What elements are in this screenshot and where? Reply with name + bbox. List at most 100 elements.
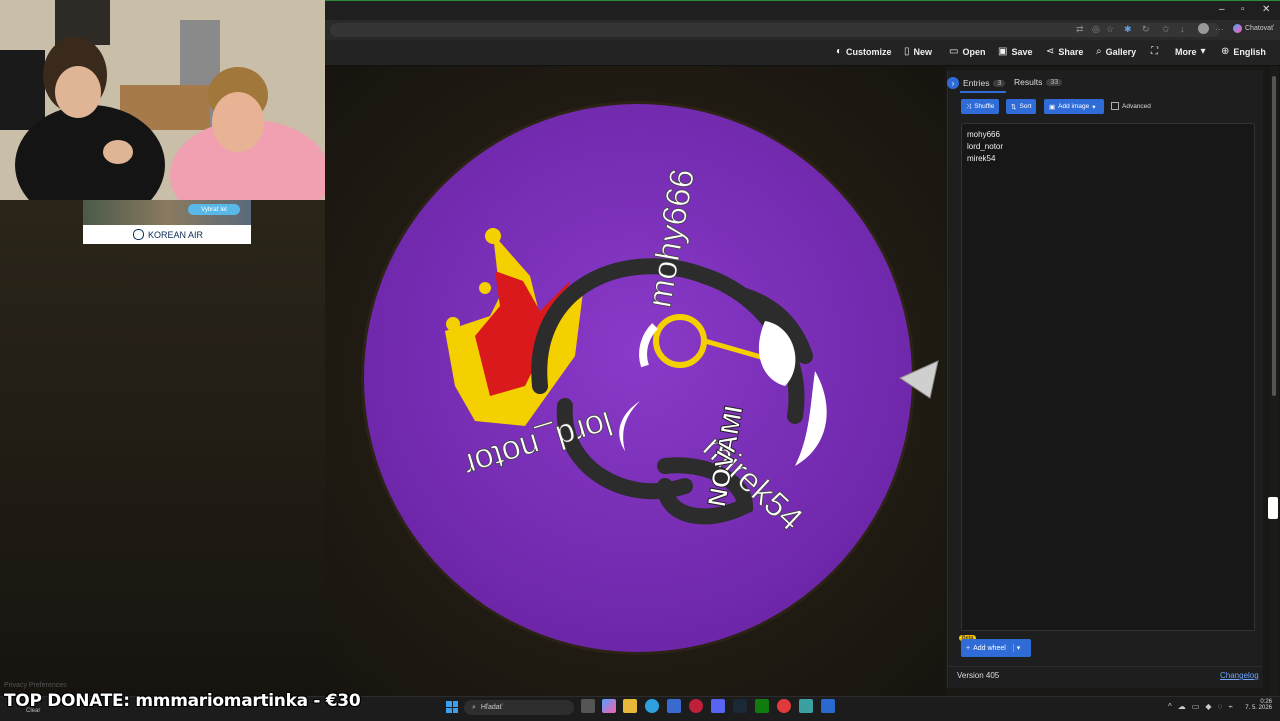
titlebar-strip — [325, 0, 1280, 21]
chevron-down-icon: ▾ — [1200, 46, 1206, 57]
add-image-label: Add image — [1058, 103, 1090, 110]
tab-results[interactable]: Results 33 — [1014, 77, 1063, 87]
entry-line: mohy666 — [967, 130, 1000, 139]
page-scrollbar[interactable] — [1270, 66, 1278, 696]
spin-wheel[interactable]: mohy666 lord_notor mirek54 NOVAMI — [325, 66, 945, 696]
url-field[interactable] — [330, 23, 1220, 37]
folder-icon: ▭ — [949, 46, 959, 57]
clock-date: 7. 5. 2026 — [1245, 705, 1272, 711]
entry-line: lord_notor — [967, 142, 1004, 151]
new-button[interactable]: ▯ New — [904, 46, 932, 57]
favorites-icon[interactable]: ✩ — [1162, 24, 1170, 35]
sort-button[interactable]: ⇅ Sort — [1006, 99, 1037, 114]
add-wheel-button[interactable]: + Add wheel ▾ — [961, 639, 1031, 657]
webcam-overlay — [0, 0, 325, 200]
changelog-link[interactable]: Changelog — [1220, 671, 1259, 680]
share-icon: ⋖ — [1046, 46, 1055, 57]
shuffle-label: Shuffle — [974, 103, 995, 110]
fullscreen-button[interactable]: ⛶ — [1151, 46, 1158, 57]
customize-label: Customize — [846, 46, 892, 57]
ad-brand-label: KOREAN AIR — [148, 229, 204, 240]
discord-icon[interactable] — [711, 699, 725, 713]
edge-icon[interactable] — [645, 699, 659, 713]
ad-banner[interactable]: Vybrať let KOREAN AIR — [83, 200, 251, 244]
clock[interactable]: 0:26 7. 5. 2026 — [1238, 699, 1272, 711]
star-icon[interactable]: ☆ — [1106, 24, 1114, 35]
advanced-label: Advanced — [1122, 102, 1151, 110]
copilot-taskbar-icon[interactable] — [602, 699, 616, 713]
collapse-panel-icon[interactable]: › — [947, 77, 959, 89]
close-icon[interactable]: ✕ — [1262, 4, 1270, 15]
profile-avatar[interactable] — [1198, 23, 1209, 34]
chevron-down-icon: ▾ — [1092, 103, 1096, 111]
sort-icon: ⇅ — [1011, 103, 1017, 111]
photos-icon[interactable] — [821, 699, 835, 713]
entries-count-badge: 3 — [993, 79, 1006, 87]
customize-button[interactable]: ◐ Customize — [836, 46, 892, 57]
advanced-checkbox[interactable] — [1111, 102, 1119, 110]
top-donate-overlay: TOP DONATE: mmmariomartinka - €30 — [4, 691, 361, 711]
save-button[interactable]: ▣ Save — [998, 46, 1032, 57]
menu-dots-icon[interactable]: ··· — [1215, 24, 1224, 34]
share-button[interactable]: ⋖ Share — [1046, 46, 1083, 57]
side-widget[interactable] — [1268, 497, 1278, 519]
entry-line: mirek54 — [967, 154, 996, 163]
chevron-down-icon[interactable]: ▾ — [1012, 644, 1020, 652]
minimize-icon[interactable]: – — [1219, 4, 1225, 15]
tab-entries-label: Entries — [963, 78, 990, 88]
wheel-disc[interactable] — [364, 104, 912, 652]
extension-icon[interactable]: ✱ — [1124, 24, 1132, 35]
store-icon[interactable] — [667, 699, 681, 713]
chat-label: Chatovať — [1245, 25, 1274, 32]
search-placeholder: Hľadať — [480, 704, 503, 711]
shuffle-button[interactable]: ⤨ Shuffle — [961, 99, 1000, 114]
new-label: New — [913, 46, 933, 57]
privacy-preferences-link[interactable]: Privacy Preferences — [4, 682, 67, 689]
panel-divider — [947, 666, 1262, 667]
notes-icon[interactable] — [799, 699, 813, 713]
system-tray-icons[interactable]: ^☁▭◆◌⌁ — [1168, 702, 1239, 711]
lens-icon[interactable]: ◎ — [1092, 24, 1100, 35]
download-icon[interactable]: ↓ — [1180, 24, 1185, 34]
active-tab-indicator — [960, 91, 1006, 93]
ad-cta-button[interactable]: Vybrať let — [188, 204, 240, 215]
chat-button[interactable]: Chatovať — [1233, 24, 1274, 33]
scrollbar-thumb[interactable] — [1272, 76, 1276, 396]
globe-icon: ⊕ — [1221, 46, 1230, 57]
file-explorer-icon[interactable] — [623, 699, 637, 713]
task-view-icon[interactable] — [581, 699, 595, 713]
open-label: Open — [962, 46, 986, 57]
open-button[interactable]: ▭ Open — [949, 46, 985, 57]
language-label: English — [1233, 46, 1266, 57]
gallery-button[interactable]: ⌕ Gallery — [1096, 46, 1136, 57]
ad-brand: KOREAN AIR — [133, 229, 203, 240]
language-button[interactable]: ⊕ English — [1221, 46, 1266, 57]
search-icon: ⌕ — [472, 703, 476, 711]
copilot-icon — [1233, 24, 1242, 33]
plus-icon: + — [966, 644, 971, 652]
windows-start-icon[interactable] — [446, 701, 458, 713]
advanced-toggle[interactable]: Advanced — [1111, 102, 1151, 110]
save-label: Save — [1011, 46, 1033, 57]
add-wheel-label: Add wheel — [973, 644, 1006, 652]
opera-icon[interactable] — [689, 699, 703, 713]
add-image-button[interactable]: ▣ Add image ▾ — [1044, 99, 1104, 114]
steam-icon[interactable] — [733, 699, 747, 713]
taskbar-search[interactable]: ⌕ Hľadať — [464, 700, 574, 715]
more-button[interactable]: More ▾ — [1175, 46, 1206, 57]
entries-textarea[interactable]: mohy666 lord_notor mirek54 — [961, 123, 1255, 631]
results-count-badge: 33 — [1046, 78, 1063, 86]
webcam-image — [0, 0, 325, 200]
palette-icon: ◐ — [836, 46, 843, 57]
tab-entries[interactable]: › Entries 3 — [947, 77, 1006, 89]
korean-air-logo-icon — [133, 229, 144, 240]
file-icon: ▯ — [904, 46, 910, 57]
fullscreen-icon: ⛶ — [1151, 46, 1158, 57]
translate-icon[interactable]: ⇄ — [1076, 24, 1084, 35]
refresh-icon[interactable]: ↻ — [1142, 24, 1150, 35]
maximize-icon[interactable]: ▫ — [1241, 4, 1245, 15]
chrome-icon[interactable] — [777, 699, 791, 713]
xbox-icon[interactable] — [755, 699, 769, 713]
version-label: Version 405 — [957, 671, 1000, 680]
search-icon: ⌕ — [1096, 46, 1102, 57]
